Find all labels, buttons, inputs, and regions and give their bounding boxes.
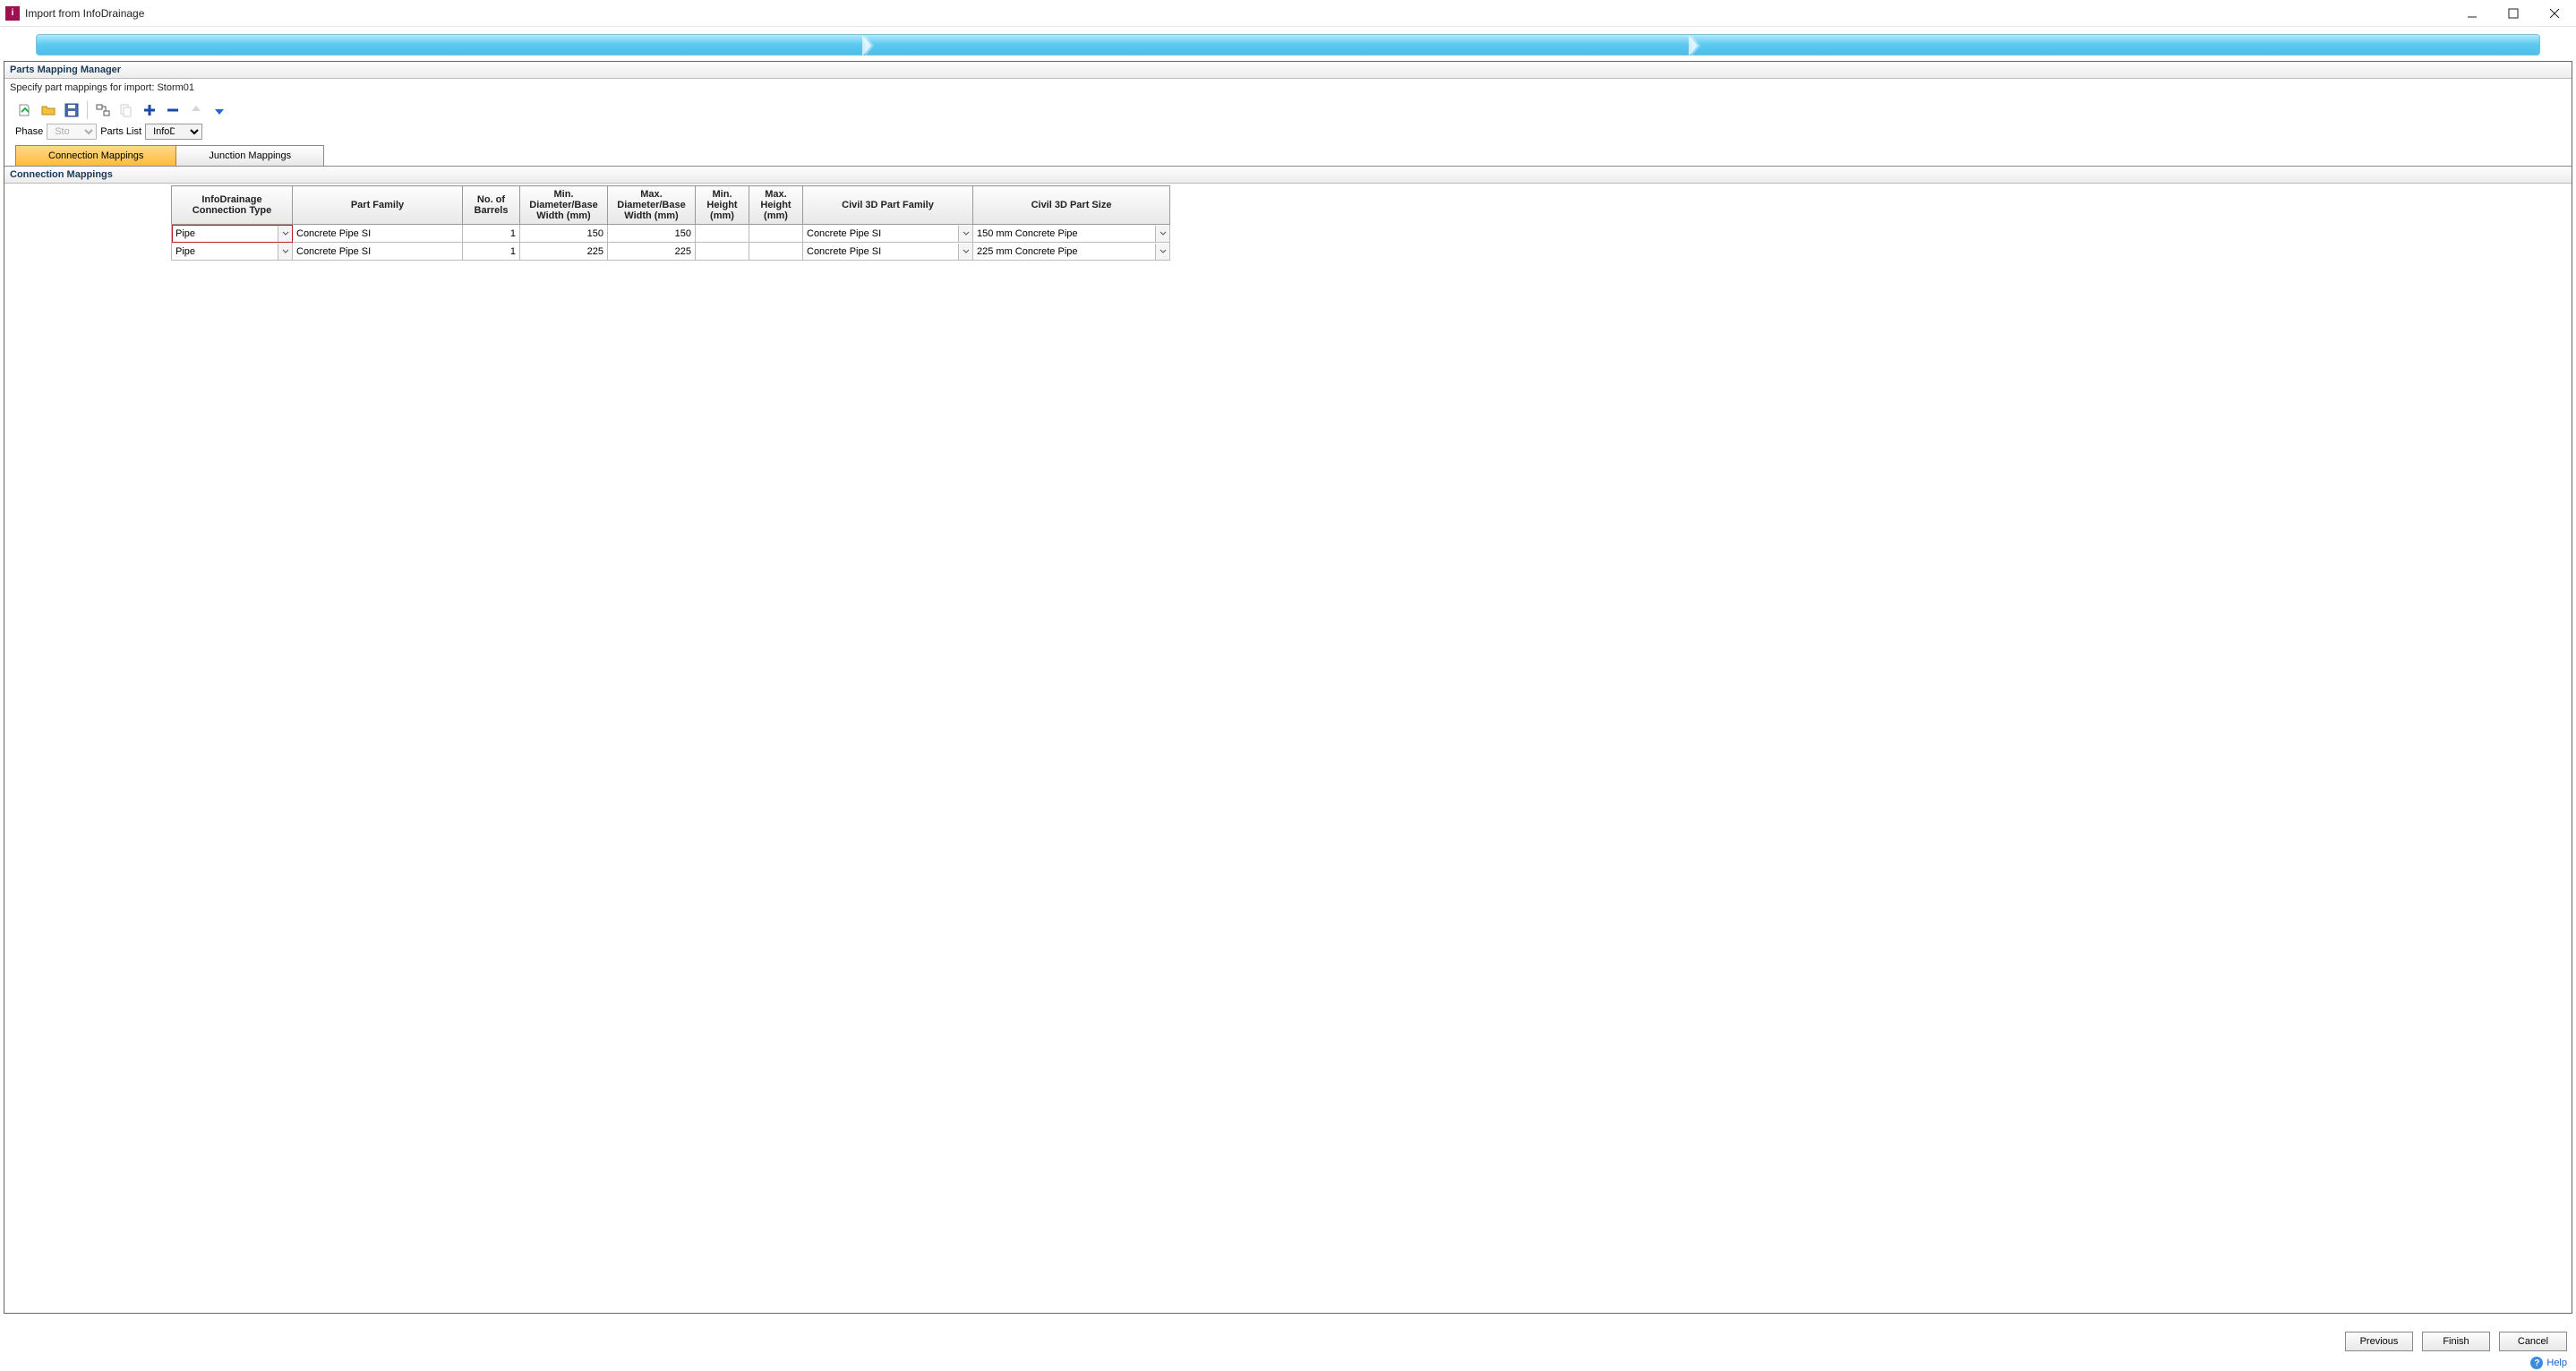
close-button[interactable] [2542, 4, 2567, 22]
folder-open-icon [41, 103, 56, 117]
part-family-cell[interactable]: Concrete Pipe SI [293, 245, 462, 258]
wizard-footer: Previous Finish Cancel [2345, 1332, 2567, 1351]
remove-row-button[interactable] [163, 100, 183, 120]
max-h-cell[interactable] [749, 233, 802, 235]
open-mapping-button[interactable] [39, 100, 58, 120]
c3d-size-cell[interactable]: 225 mm Concrete Pipe [973, 244, 1169, 260]
part-family-cell[interactable]: Concrete Pipe SI [293, 227, 462, 240]
arrow-up-icon [190, 104, 202, 116]
mappings-grid-wrap: InfoDrainage Connection Type Part Family… [4, 184, 2572, 1313]
move-down-button[interactable] [210, 100, 229, 120]
parts-mapping-panel: Parts Mapping Manager Specify part mappi… [4, 61, 2572, 1314]
max-h-cell[interactable] [749, 251, 802, 253]
barrels-cell[interactable]: 1 [463, 245, 519, 258]
auto-map-icon [96, 103, 110, 117]
plus-icon [143, 104, 156, 116]
maximize-icon [2508, 8, 2519, 19]
min-dia-cell[interactable]: 225 [520, 245, 607, 258]
cancel-button[interactable]: Cancel [2499, 1332, 2567, 1351]
previous-button[interactable]: Previous [2345, 1332, 2413, 1351]
col-conn-type[interactable]: InfoDrainage Connection Type [172, 186, 293, 225]
phase-label: Phase [15, 126, 43, 137]
min-h-cell[interactable] [696, 233, 749, 235]
finish-button[interactable]: Finish [2422, 1332, 2490, 1351]
panel-subtitle: Specify part mappings for import: Storm0… [4, 79, 2572, 99]
progress-chevron-icon [862, 35, 875, 55]
help-label: Help [2546, 1358, 2567, 1368]
help-icon: ? [2530, 1357, 2543, 1369]
phase-select[interactable]: Storm01 [47, 124, 97, 140]
max-dia-cell[interactable]: 225 [608, 245, 695, 258]
mappings-grid[interactable]: InfoDrainage Connection Type Part Family… [171, 185, 1170, 261]
mapping-tabs: Connection Mappings Junction Mappings [4, 145, 2572, 167]
connection-mappings-header: Connection Mappings [4, 167, 2572, 184]
new-file-arrow-icon [18, 103, 32, 117]
copy-icon [119, 103, 133, 117]
add-row-button[interactable] [140, 100, 159, 120]
c3d-size-cell[interactable]: 150 mm Concrete Pipe [973, 226, 1169, 242]
col-max-dia[interactable]: Max. Diameter/Base Width (mm) [608, 186, 696, 225]
save-mapping-button[interactable] [62, 100, 81, 120]
c3d-family-cell[interactable]: Concrete Pipe SI [803, 226, 972, 242]
app-icon: i [5, 6, 20, 21]
table-row[interactable]: Pipe Concrete Pipe SI 1 150 150 Concrete… [172, 225, 1170, 243]
chevron-down-icon[interactable] [958, 244, 972, 260]
minimize-button[interactable] [2460, 4, 2485, 22]
panel-title: Parts Mapping Manager [4, 62, 2572, 79]
close-icon [2549, 8, 2560, 19]
tab-connection-mappings[interactable]: Connection Mappings [15, 145, 176, 166]
chevron-down-icon[interactable] [1155, 244, 1169, 260]
minimize-icon [2467, 8, 2478, 19]
copy-row-button[interactable] [116, 100, 136, 120]
col-c3d-size[interactable]: Civil 3D Part Size [973, 186, 1170, 225]
col-max-h[interactable]: Max. Height (mm) [749, 186, 803, 225]
col-c3d-family[interactable]: Civil 3D Part Family [803, 186, 973, 225]
barrels-cell[interactable]: 1 [463, 227, 519, 240]
auto-map-button[interactable] [93, 100, 113, 120]
col-min-dia[interactable]: Min. Diameter/Base Width (mm) [520, 186, 608, 225]
max-dia-cell[interactable]: 150 [608, 227, 695, 240]
conn-type-cell[interactable]: Pipe [172, 226, 292, 242]
new-mapping-button[interactable] [15, 100, 35, 120]
parts-list-select[interactable]: InfoDrainag [145, 124, 202, 140]
chevron-down-icon[interactable] [958, 226, 972, 242]
window-title: Import from InfoDrainage [25, 7, 144, 20]
min-h-cell[interactable] [696, 251, 749, 253]
wizard-progress [0, 27, 2576, 61]
toolbar [4, 99, 2572, 122]
maximize-button[interactable] [2501, 4, 2526, 22]
arrow-down-icon [213, 104, 226, 116]
grid-header-row: InfoDrainage Connection Type Part Family… [172, 186, 1170, 225]
table-row[interactable]: Pipe Concrete Pipe SI 1 225 225 Concrete… [172, 243, 1170, 261]
save-icon [64, 103, 79, 117]
parts-list-label: Parts List [100, 126, 141, 137]
tab-junction-mappings[interactable]: Junction Mappings [175, 145, 324, 166]
progress-bar [36, 34, 2540, 56]
minus-icon [167, 104, 179, 116]
toolbar-separator [87, 101, 88, 119]
chevron-down-icon[interactable] [278, 244, 292, 260]
titlebar: i Import from InfoDrainage [0, 0, 2576, 27]
min-dia-cell[interactable]: 150 [520, 227, 607, 240]
selector-row: Phase Storm01 Parts List InfoDrainag [4, 122, 2572, 145]
help-link[interactable]: ? Help [2530, 1357, 2567, 1369]
conn-type-cell[interactable]: Pipe [172, 244, 292, 260]
progress-chevron-icon [1689, 35, 1701, 55]
c3d-family-cell[interactable]: Concrete Pipe SI [803, 244, 972, 260]
col-part-family[interactable]: Part Family [293, 186, 463, 225]
col-min-h[interactable]: Min. Height (mm) [696, 186, 749, 225]
chevron-down-icon[interactable] [1155, 226, 1169, 242]
col-barrels[interactable]: No. of Barrels [463, 186, 520, 225]
chevron-down-icon[interactable] [278, 226, 292, 242]
move-up-button[interactable] [186, 100, 206, 120]
